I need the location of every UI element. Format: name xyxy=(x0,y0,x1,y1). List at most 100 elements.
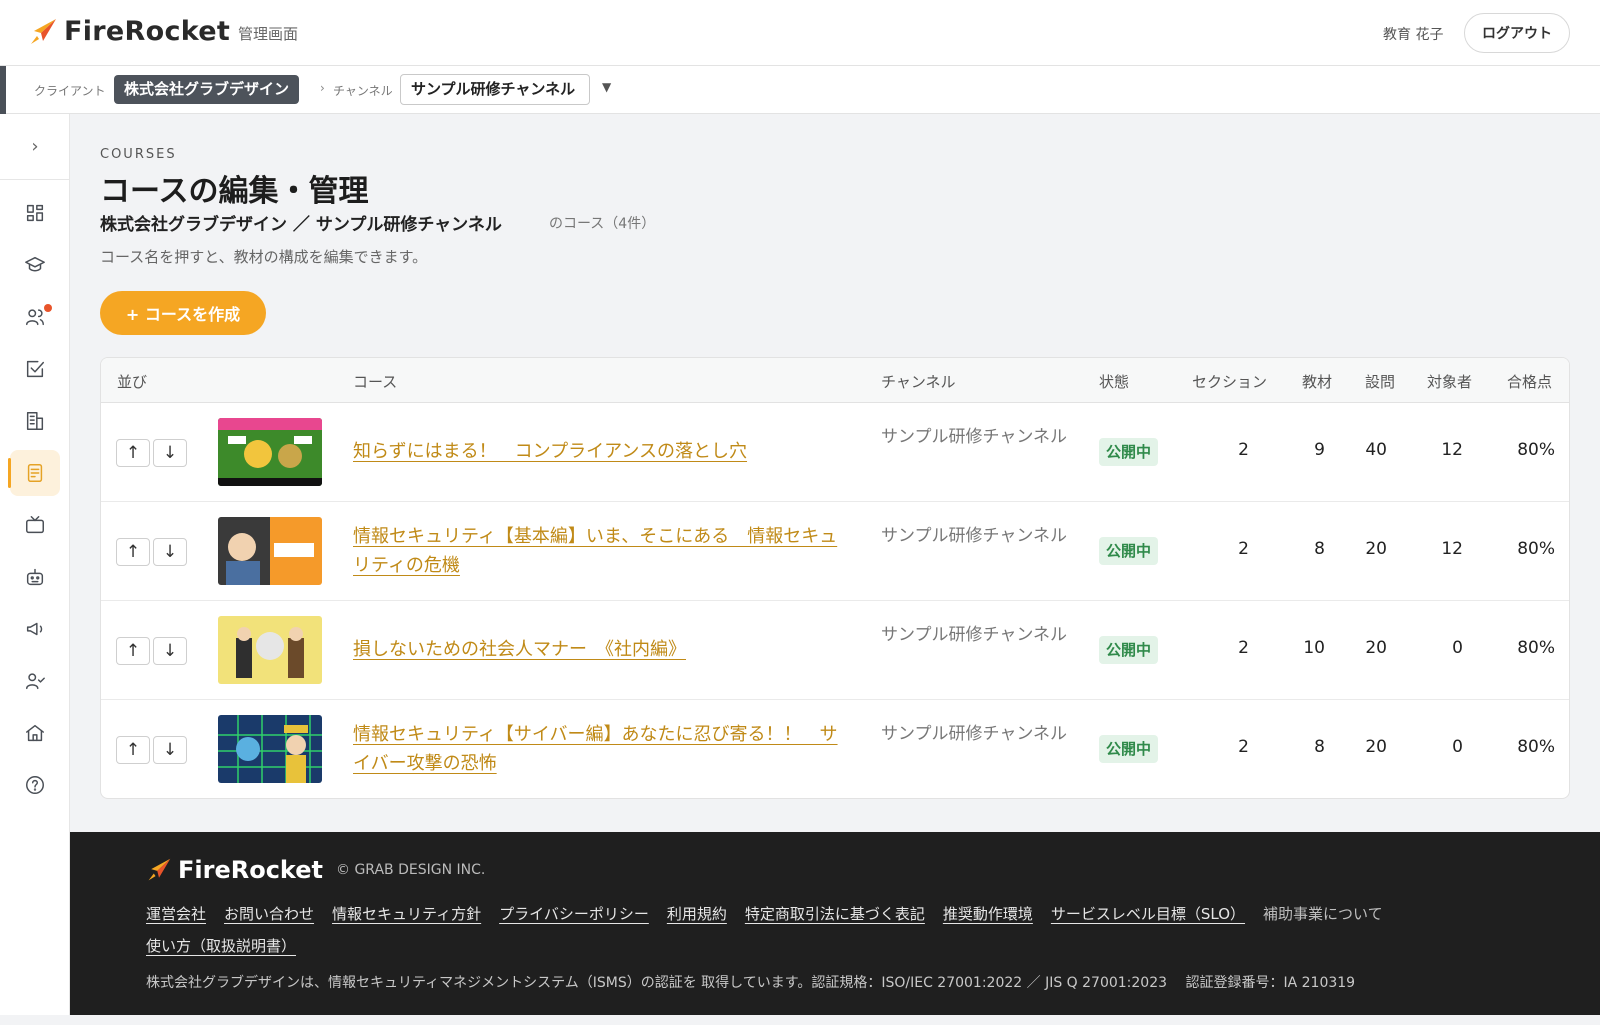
footer-link-privacy[interactable]: プライバシーポリシー xyxy=(499,905,649,923)
notification-badge xyxy=(44,304,52,312)
site-footer: FireRocket © GRAB DESIGN INC. 運営会社 お問い合わせ… xyxy=(70,832,1600,1015)
move-down-button[interactable]: ↓ xyxy=(153,736,187,764)
move-up-button[interactable]: ↑ xyxy=(116,439,150,467)
footer-link-tokushoho[interactable]: 特定商取引法に基づく表記 xyxy=(745,905,925,923)
checkbox-icon[interactable] xyxy=(10,346,60,392)
move-down-button[interactable]: ↓ xyxy=(153,637,187,665)
robot-icon[interactable] xyxy=(10,554,60,600)
move-up-button[interactable]: ↑ xyxy=(116,736,150,764)
header-channel: チャンネル xyxy=(881,373,956,391)
graduation-cap-icon[interactable] xyxy=(10,242,60,288)
header-course: コース xyxy=(353,373,398,391)
scope-title: 株式会社グラブデザイン ／ サンプル研修チャンネル xyxy=(100,215,502,235)
tv-icon[interactable] xyxy=(10,502,60,548)
megaphone-icon[interactable] xyxy=(10,606,60,652)
course-document-icon[interactable] xyxy=(8,450,60,496)
footer-brand-name: FireRocket xyxy=(178,856,323,884)
course-title-link[interactable]: 情報セキュリティ【基本編】いま、そこにある 情報セキュリティの危機 xyxy=(353,522,843,580)
course-title-link[interactable]: 損しないための社会人マナー 《社内編》 xyxy=(353,635,843,664)
channel-selector[interactable]: サンプル研修チャンネル xyxy=(400,74,591,105)
channel-cell: サンプル研修チャンネル xyxy=(881,427,1067,447)
isms-statement: 株式会社グラブデザインは、情報セキュリティマネジメントシステム（ISMS）の認証… xyxy=(146,975,1356,991)
breadcrumb-separator: › xyxy=(320,81,325,95)
status-badge: 公開中 xyxy=(1099,636,1159,664)
home-icon[interactable] xyxy=(10,710,60,756)
course-thumbnail[interactable] xyxy=(218,715,322,783)
client-selector[interactable]: 株式会社グラブデザイン xyxy=(114,75,300,104)
materials-cell: 10 xyxy=(1303,638,1325,658)
questions-cell: 20 xyxy=(1365,737,1387,757)
header-questions: 設問 xyxy=(1365,373,1396,391)
dashboard-icon[interactable] xyxy=(10,190,60,236)
channel-cell: サンプル研修チャンネル xyxy=(881,526,1067,546)
course-title-link[interactable]: 知らずにはまる！ コンプライアンスの落とし穴 xyxy=(353,437,843,466)
header-targets: 対象者 xyxy=(1427,373,1473,391)
footer-link-company[interactable]: 運営会社 xyxy=(146,905,206,923)
move-down-button[interactable]: ↓ xyxy=(153,439,187,467)
footer-link-environment[interactable]: 推奨動作環境 xyxy=(943,905,1033,923)
edit-hint: コース名を押すと、教材の構成を編集できます。 xyxy=(100,248,428,266)
rocket-logo-icon xyxy=(148,858,171,881)
users-icon[interactable] xyxy=(10,294,60,340)
sections-cell: 2 xyxy=(1238,638,1249,658)
course-thumbnail[interactable] xyxy=(218,517,322,585)
targets-cell: 0 xyxy=(1452,638,1463,658)
questions-cell: 40 xyxy=(1365,440,1387,460)
pass-score-cell: 80% xyxy=(1517,737,1555,757)
course-thumbnail[interactable] xyxy=(218,418,322,486)
course-thumbnail[interactable] xyxy=(218,616,322,684)
table-row: ↑ ↓ 損しないための社会人マナー 《社内編》 サンプル研修チャンネル 公開中 … xyxy=(101,601,1569,700)
pass-score-cell: 80% xyxy=(1517,638,1555,658)
channel-label: チャンネル xyxy=(333,84,393,98)
header-order: 並び xyxy=(117,373,148,391)
sections-cell: 2 xyxy=(1238,539,1249,559)
materials-cell: 8 xyxy=(1314,737,1325,757)
footer-link-contact[interactable]: お問い合わせ xyxy=(224,905,314,923)
table-row: ↑ ↓ 情報セキュリティ【基本編】いま、そこにある 情報セキュリティの危機 サン… xyxy=(101,502,1569,601)
sidebar-toggle-chevron-icon[interactable]: › xyxy=(0,114,70,180)
page-title: コースの編集・管理 xyxy=(100,174,369,209)
footer-link-slo[interactable]: サービスレベル目標（SLO） xyxy=(1051,905,1245,923)
channel-cell: サンプル研修チャンネル xyxy=(881,625,1067,645)
sidebar: › xyxy=(0,114,70,1025)
course-table: 並び コース チャンネル 状態 セクション 教材 設問 対象者 合格点 ↑ ↓ … xyxy=(100,357,1570,799)
footer-link-subsidy[interactable]: 補助事業について xyxy=(1263,905,1383,923)
questions-cell: 20 xyxy=(1365,638,1387,658)
targets-cell: 12 xyxy=(1441,440,1463,460)
header-materials: 教材 xyxy=(1302,373,1333,391)
course-count: のコース（4件） xyxy=(549,216,656,232)
targets-cell: 12 xyxy=(1441,539,1463,559)
context-accent xyxy=(0,66,6,114)
footer-link-manual[interactable]: 使い方（取扱説明書） xyxy=(146,937,296,955)
help-icon[interactable] xyxy=(10,762,60,808)
logout-button[interactable]: ログアウト xyxy=(1464,13,1570,53)
copyright: © GRAB DESIGN INC. xyxy=(336,862,486,878)
create-course-button[interactable]: + コースを作成 xyxy=(100,291,266,335)
table-row: ↑ ↓ 情報セキュリティ【サイバー編】あなたに忍び寄る！！ サイバー攻撃の恐怖 … xyxy=(101,700,1569,798)
materials-cell: 8 xyxy=(1314,539,1325,559)
user-check-icon[interactable] xyxy=(10,658,60,704)
targets-cell: 0 xyxy=(1452,737,1463,757)
table-header: 並び コース チャンネル 状態 セクション 教材 設問 対象者 合格点 xyxy=(101,358,1569,403)
footer-logo[interactable]: FireRocket xyxy=(146,856,323,884)
pass-score-cell: 80% xyxy=(1517,539,1555,559)
footer-links: 運営会社 お問い合わせ 情報セキュリティ方針 プライバシーポリシー 利用規約 特定商取引法… xyxy=(146,898,1546,962)
materials-cell: 9 xyxy=(1314,440,1325,460)
move-up-button[interactable]: ↑ xyxy=(116,538,150,566)
course-title-link[interactable]: 情報セキュリティ【サイバー編】あなたに忍び寄る！！ サイバー攻撃の恐怖 xyxy=(353,720,843,778)
brand-logo[interactable]: FireRocket xyxy=(28,16,230,47)
footer-link-terms[interactable]: 利用規約 xyxy=(667,905,727,923)
app-header: FireRocket 管理画面 教育 花子 ログアウト xyxy=(0,0,1600,66)
move-up-button[interactable]: ↑ xyxy=(116,637,150,665)
footer-link-security-policy[interactable]: 情報セキュリティ方針 xyxy=(332,905,481,923)
building-icon[interactable] xyxy=(10,398,60,444)
user-name: 教育 花子 xyxy=(1383,27,1444,43)
header-sections: セクション xyxy=(1192,373,1268,391)
header-status: 状態 xyxy=(1099,373,1130,391)
admin-label: 管理画面 xyxy=(238,25,299,43)
pass-score-cell: 80% xyxy=(1517,440,1555,460)
table-row: ↑ ↓ 知らずにはまる！ コンプライアンスの落とし穴 サンプル研修チャンネル 公… xyxy=(101,403,1569,502)
move-down-button[interactable]: ↓ xyxy=(153,538,187,566)
chevron-down-icon[interactable]: ▼ xyxy=(602,80,611,94)
status-badge: 公開中 xyxy=(1099,438,1159,466)
